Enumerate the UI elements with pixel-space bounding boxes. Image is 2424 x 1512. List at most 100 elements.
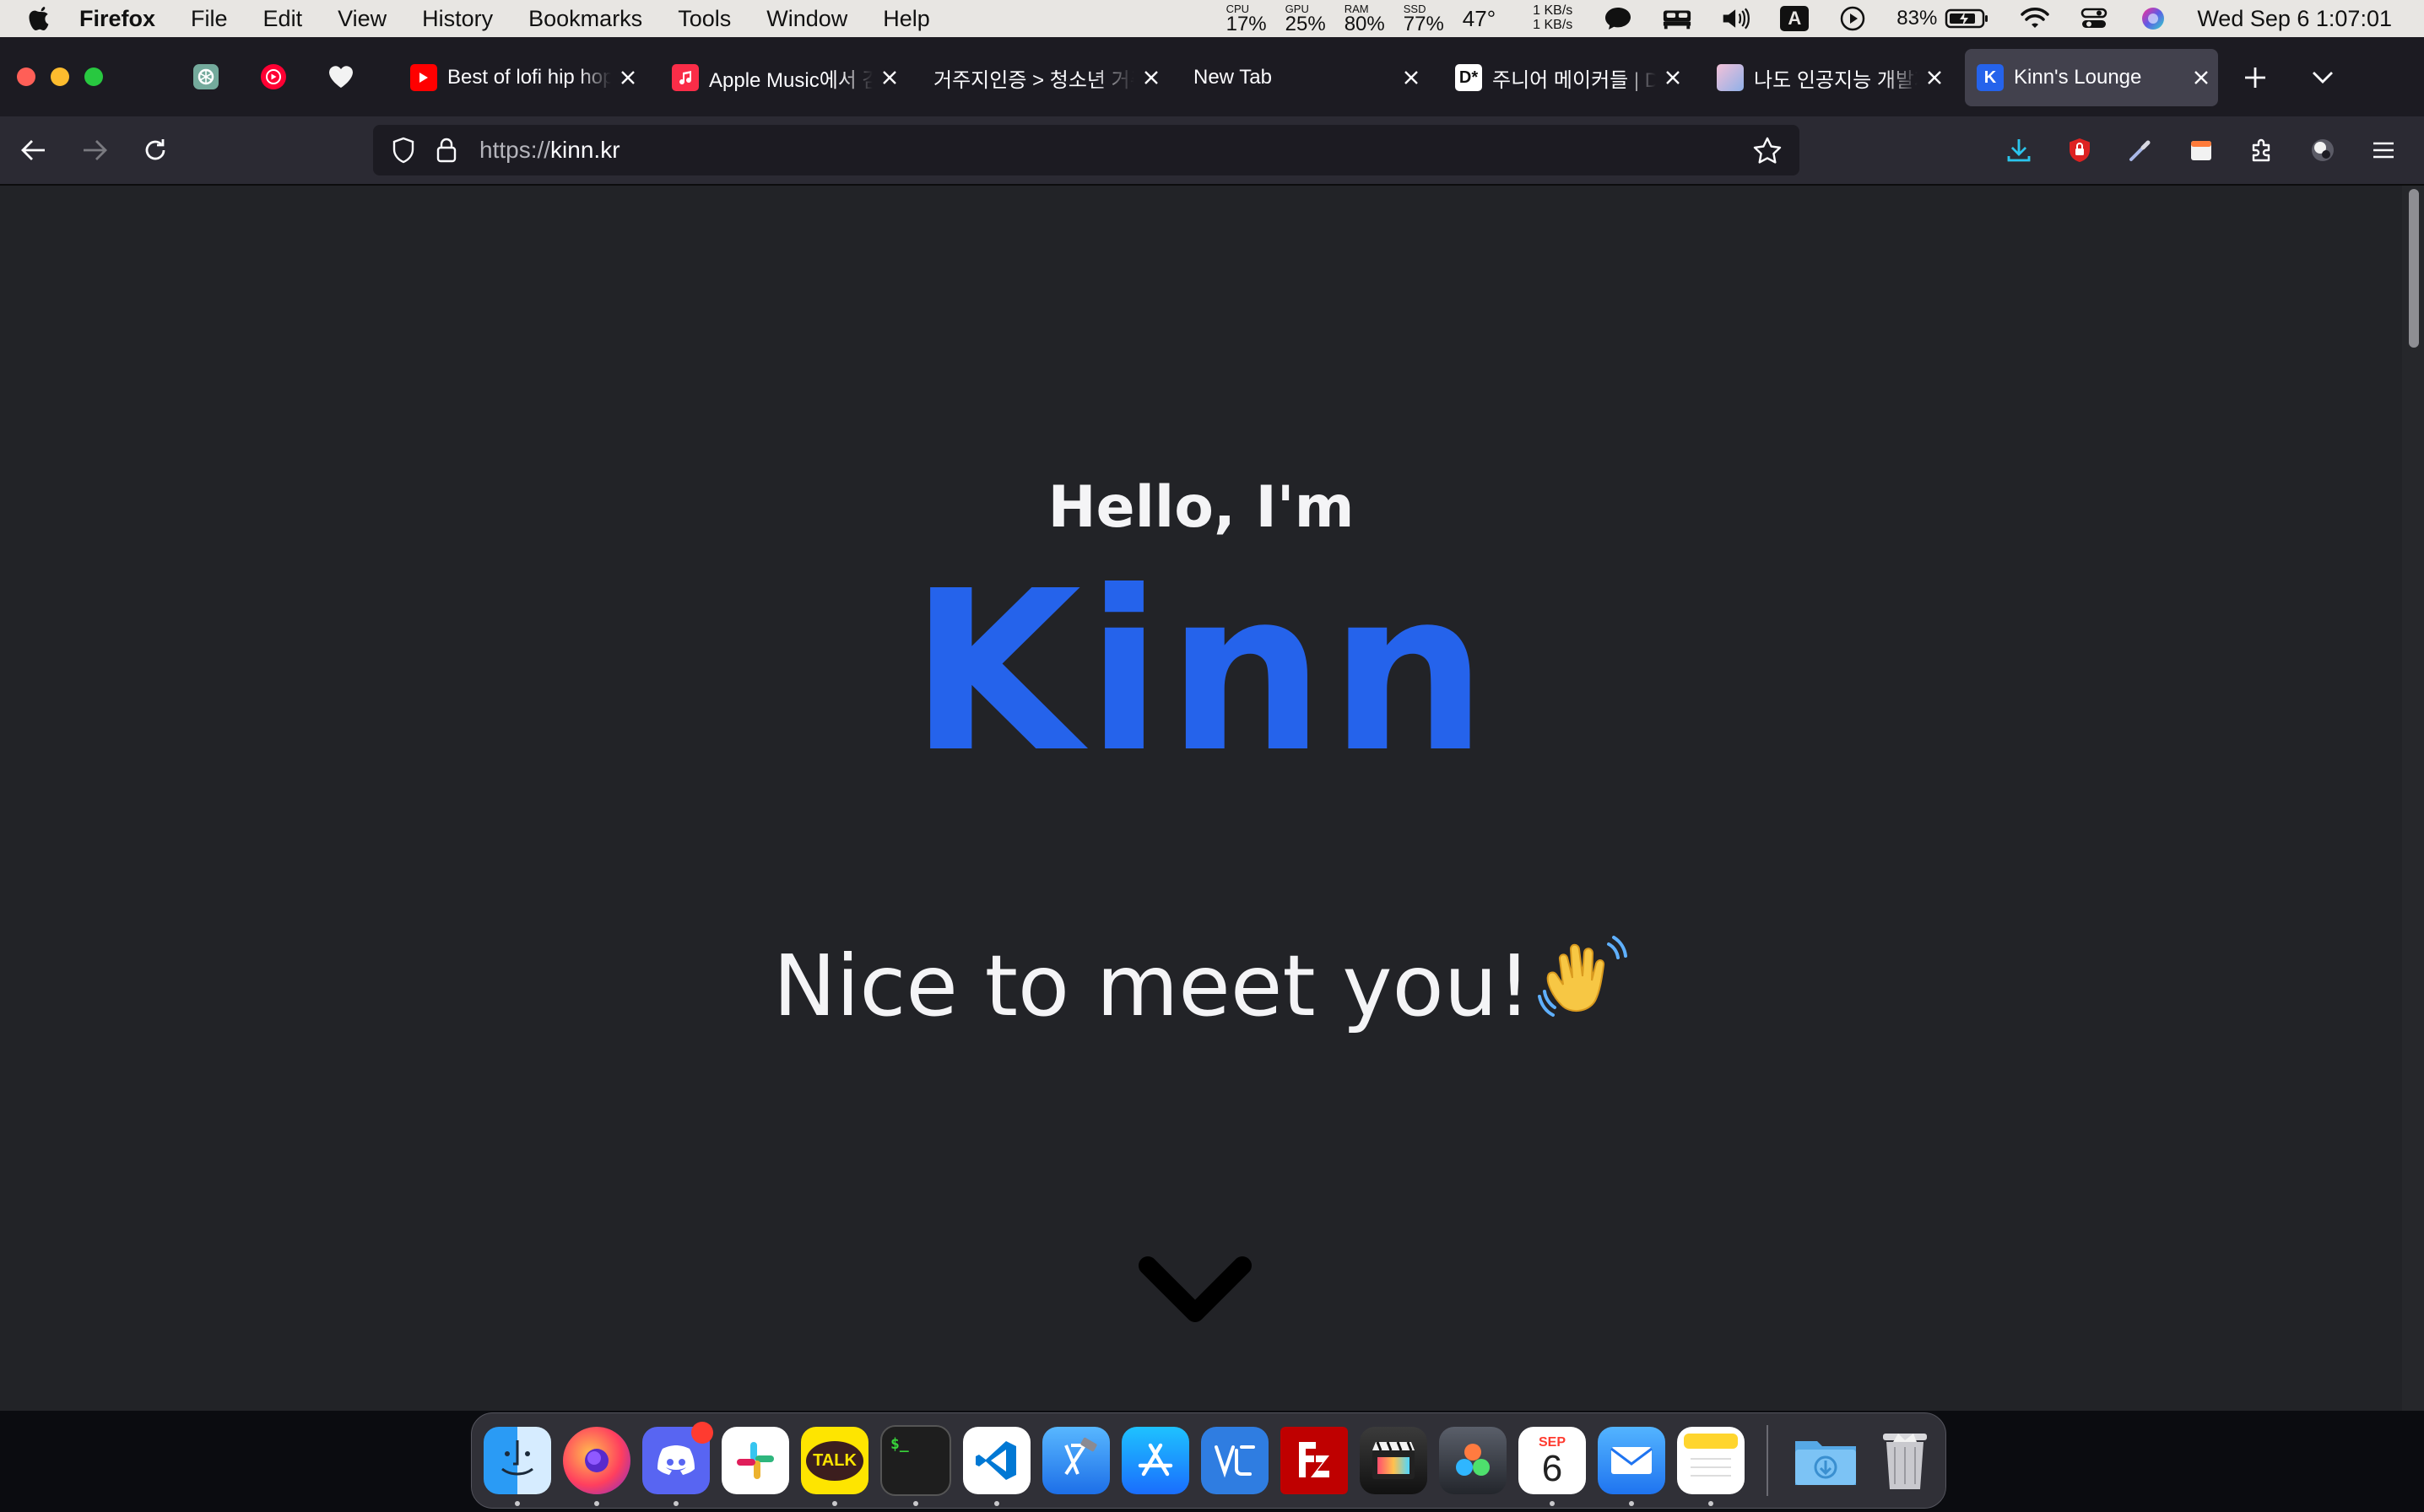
scrollbar-thumb[interactable]: [2409, 189, 2419, 348]
disquiet-icon: D*: [1455, 64, 1482, 91]
back-button[interactable]: [14, 130, 54, 170]
tab-ai-developer[interactable]: 나도 인공지능 개발자: [1705, 49, 1951, 106]
running-indicator: [594, 1501, 599, 1506]
reload-icon: [145, 139, 165, 160]
tab-strip: Best of lofi hip hop Apple Music에서 감상 거주…: [0, 37, 2424, 116]
notes-icon[interactable]: [1677, 1427, 1745, 1506]
input-source-label: A: [1788, 8, 1802, 29]
menu-view[interactable]: View: [338, 6, 387, 32]
network-stat[interactable]: 1 KB/s 1 KB/s: [1533, 3, 1572, 33]
menu-app-name[interactable]: Firefox: [79, 6, 155, 32]
gpu-value: 25%: [1285, 12, 1326, 35]
password-manager-extension-icon[interactable]: [2059, 130, 2100, 170]
filezilla-icon[interactable]: [1280, 1427, 1348, 1494]
pinned-tab-youtube-music[interactable]: [240, 51, 307, 102]
new-tab-button[interactable]: [2235, 57, 2275, 98]
pinned-tab-heart[interactable]: [307, 51, 375, 102]
tab-close-icon[interactable]: [1134, 70, 1168, 85]
running-indicator: [1550, 1501, 1555, 1506]
reload-button[interactable]: [135, 130, 176, 170]
notification-badge: [691, 1422, 713, 1444]
tracking-protection-shield-icon[interactable]: [388, 135, 419, 165]
app-store-icon[interactable]: [1122, 1427, 1189, 1494]
kakaotalk-icon[interactable]: TALK: [801, 1427, 868, 1506]
menu-history[interactable]: History: [422, 6, 493, 32]
tab-close-icon[interactable]: [1394, 70, 1428, 85]
ssd-value: 77%: [1403, 12, 1444, 35]
calendar-extension-icon[interactable]: [2181, 130, 2221, 170]
visual-paradigm-icon[interactable]: [1201, 1427, 1269, 1494]
final-cut-pro-icon[interactable]: [1360, 1427, 1427, 1494]
battery-icon[interactable]: [1944, 6, 1991, 31]
vscode-icon[interactable]: [963, 1427, 1031, 1506]
cpu-stat[interactable]: CPU 17%: [1226, 3, 1267, 35]
forward-arrow-icon: [84, 140, 107, 160]
forward-button[interactable]: [74, 130, 115, 170]
url-text[interactable]: https://kinn.kr: [479, 137, 1747, 164]
menu-help[interactable]: Help: [883, 6, 930, 32]
tab-lofi[interactable]: Best of lofi hip hop: [398, 49, 645, 106]
minimize-window-button[interactable]: [51, 68, 69, 86]
play-circle-icon[interactable]: [1837, 6, 1868, 31]
davinci-resolve-icon[interactable]: [1439, 1427, 1507, 1494]
clock[interactable]: Wed Sep 6 1:07:01: [2197, 6, 2392, 32]
trash-icon[interactable]: [1871, 1427, 1939, 1494]
terminal-icon[interactable]: $_: [880, 1425, 951, 1506]
tab-kinns-lounge[interactable]: K Kinn's Lounge: [1965, 49, 2218, 106]
tab-residence-auth[interactable]: 거주지인증 > 청소년 거주지: [922, 49, 1168, 106]
gpu-stat[interactable]: GPU 25%: [1285, 3, 1326, 35]
ram-stat[interactable]: RAM 80%: [1345, 3, 1385, 35]
close-window-button[interactable]: [17, 68, 35, 86]
temperature-readout[interactable]: 47°: [1463, 6, 1496, 32]
scroll-down-chevron-icon[interactable]: [1136, 1252, 1254, 1328]
menu-file[interactable]: File: [191, 6, 228, 32]
pinned-tab-chatgpt[interactable]: [172, 51, 240, 102]
lock-icon[interactable]: [434, 135, 459, 165]
input-source-icon[interactable]: A: [1780, 6, 1810, 31]
tab-close-icon[interactable]: [2184, 70, 2218, 85]
extensions-puzzle-icon[interactable]: [2242, 130, 2282, 170]
firefox-icon[interactable]: [563, 1427, 630, 1506]
siri-icon[interactable]: [2138, 6, 2168, 31]
xcode-icon[interactable]: [1042, 1427, 1110, 1494]
menu-window[interactable]: Window: [766, 6, 847, 32]
account-avatar-icon[interactable]: [2302, 130, 2343, 170]
tab-close-icon[interactable]: [611, 70, 645, 85]
control-center-icon[interactable]: [2079, 6, 2109, 31]
zoom-window-button[interactable]: [84, 68, 103, 86]
page-content: Hello, I'm Kinn Nice to meet you!: [0, 186, 2402, 1411]
greeting-heading: Hello, I'm: [1047, 474, 1355, 541]
calendar-icon[interactable]: SEP 6: [1518, 1427, 1586, 1506]
downloads-icon[interactable]: [1999, 130, 2039, 170]
list-all-tabs-button[interactable]: [2302, 57, 2343, 98]
url-bar[interactable]: https://kinn.kr: [373, 125, 1799, 176]
menu-bar: Firefox File Edit View History Bookmarks…: [0, 0, 2424, 37]
page-scrollbar[interactable]: [2402, 186, 2424, 1411]
chat-bubble-icon[interactable]: [1603, 6, 1633, 31]
url-scheme: https://: [479, 137, 551, 163]
menu-bookmarks[interactable]: Bookmarks: [528, 6, 642, 32]
tab-apple-music[interactable]: Apple Music에서 감상: [660, 49, 906, 106]
apple-menu-icon[interactable]: [25, 4, 54, 33]
wifi-icon[interactable]: [2020, 6, 2050, 31]
slack-icon[interactable]: [722, 1427, 789, 1494]
volume-icon[interactable]: [1721, 6, 1751, 31]
tab-new-tab[interactable]: New Tab: [1182, 49, 1428, 106]
hamburger-menu-icon[interactable]: [2363, 130, 2404, 170]
menu-edit[interactable]: Edit: [263, 6, 303, 32]
bookmark-star-icon[interactable]: [1747, 130, 1788, 170]
tab-disquiet[interactable]: D* 주니어 메이커들 | Disquiet: [1443, 49, 1690, 106]
calendar-day: 6: [1541, 1448, 1563, 1489]
tab-close-icon[interactable]: [1656, 70, 1690, 85]
bed-icon[interactable]: [1662, 6, 1692, 31]
tab-close-icon[interactable]: [873, 70, 906, 85]
discord-icon[interactable]: [642, 1422, 713, 1506]
color-picker-extension-icon[interactable]: [2120, 130, 2161, 170]
mail-icon[interactable]: [1598, 1427, 1665, 1506]
menu-tools[interactable]: Tools: [678, 6, 731, 32]
finder-icon[interactable]: [484, 1427, 551, 1506]
ssd-stat[interactable]: SSD 77%: [1404, 3, 1444, 35]
tab-close-icon[interactable]: [1918, 70, 1951, 85]
tab-title: 나도 인공지능 개발자: [1754, 68, 1918, 92]
downloads-folder-icon[interactable]: [1792, 1427, 1859, 1494]
